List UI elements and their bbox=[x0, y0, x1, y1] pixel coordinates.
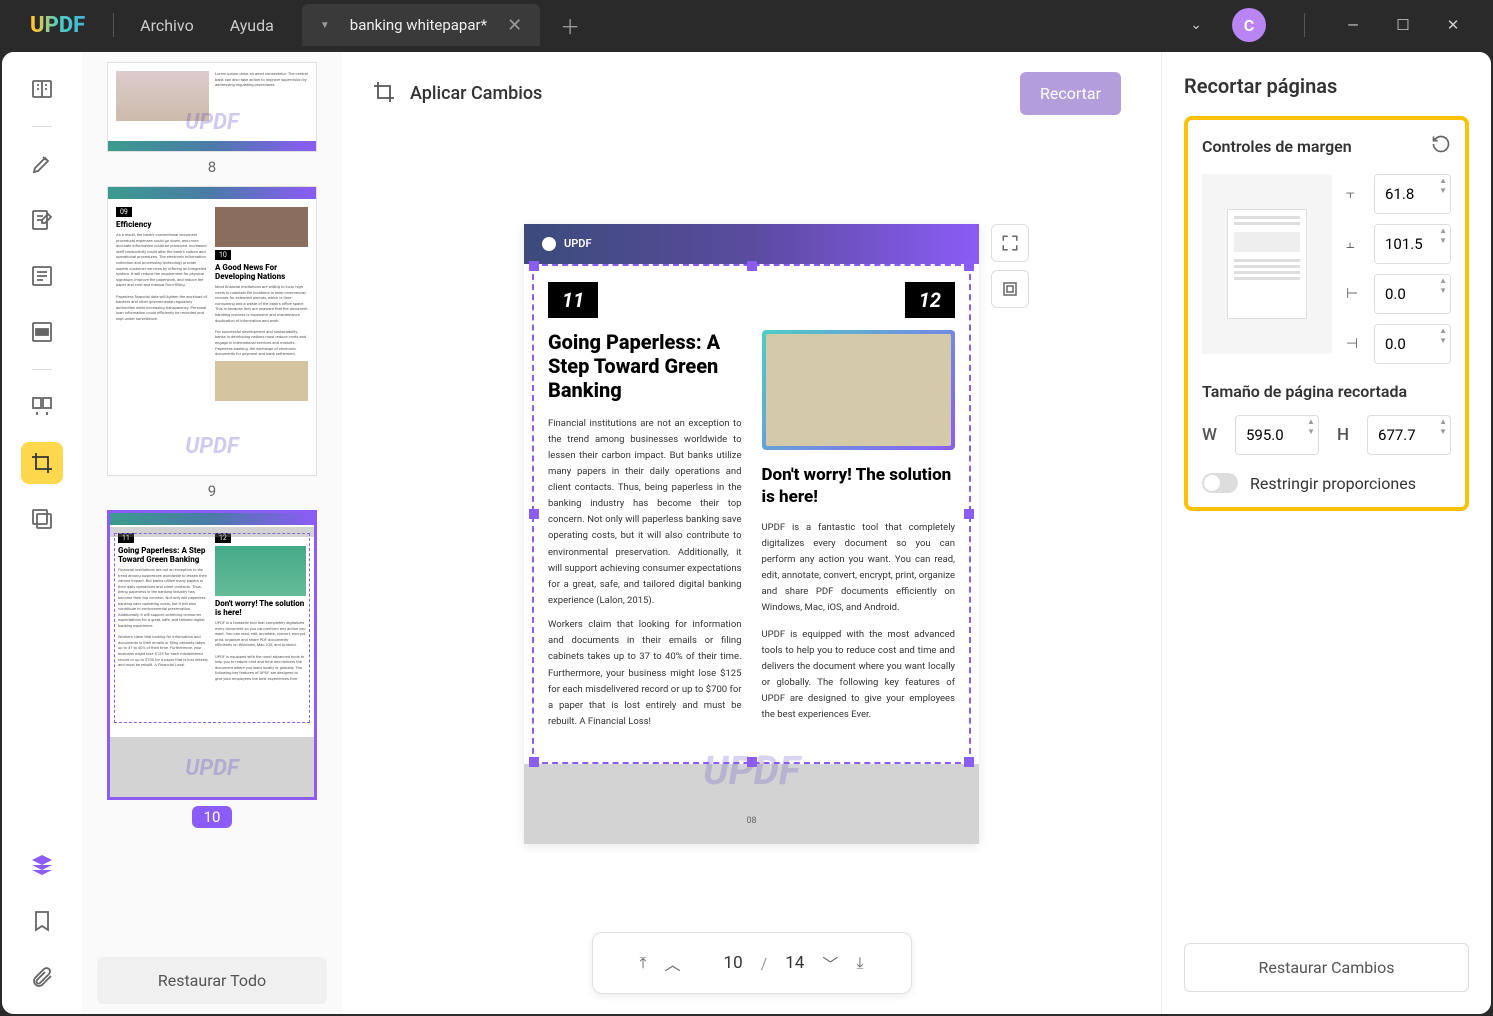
highlight-tool-icon[interactable] bbox=[21, 143, 63, 185]
stepper-up-icon[interactable]: ▲ bbox=[1439, 226, 1447, 236]
main-header-title: Aplicar Cambios bbox=[410, 83, 542, 104]
crop-button[interactable]: Recortar bbox=[1020, 72, 1121, 115]
page-thumbnail-9[interactable]: 09 Efficiency As a result, the bank's co… bbox=[107, 186, 317, 500]
stepper-down-icon[interactable]: ▼ bbox=[1439, 186, 1447, 196]
page-navigator: ⤒ ︿ / 14 ﹀ ⤓ bbox=[592, 932, 912, 994]
page-total: 14 bbox=[785, 953, 804, 973]
maximize-icon[interactable]: ☐ bbox=[1393, 16, 1413, 34]
thumb-title: A Good News For Developing Nations bbox=[215, 263, 308, 281]
app-logo: UPDF bbox=[10, 13, 105, 38]
page-number-input[interactable] bbox=[699, 953, 743, 973]
watermark: UPDF bbox=[185, 434, 238, 459]
stepper-up-icon[interactable]: ▲ bbox=[1439, 326, 1447, 336]
thumbnail-number: 8 bbox=[107, 158, 317, 176]
page-logo-icon bbox=[542, 237, 556, 251]
last-page-icon[interactable]: ⤓ bbox=[856, 953, 863, 973]
page-number-box: 10 bbox=[215, 250, 231, 260]
thumbnail-panel: Lorem ipsum dolor sit amet consectetur. … bbox=[82, 52, 342, 1014]
next-page-icon[interactable]: ﹀ bbox=[822, 951, 838, 975]
crop-settings-panel: Recortar páginas Controles de margen ⫟▲▼… bbox=[1161, 52, 1491, 1014]
crop-handle-bl[interactable] bbox=[529, 757, 539, 767]
tab-title: banking whitepapar* bbox=[350, 16, 487, 34]
crop-selection[interactable] bbox=[532, 264, 971, 764]
crop-handle-tm[interactable] bbox=[747, 261, 757, 271]
width-label: W bbox=[1202, 425, 1217, 445]
panel-title: Recortar páginas bbox=[1184, 74, 1469, 98]
page-number-box: 09 bbox=[116, 207, 132, 217]
thumbnail-number-active: 10 bbox=[192, 806, 233, 828]
user-avatar[interactable]: C bbox=[1232, 8, 1266, 42]
margin-preview-thumb bbox=[1202, 174, 1332, 354]
tab-close-icon[interactable]: ✕ bbox=[507, 15, 522, 36]
tab-dropdown-icon[interactable]: ▼ bbox=[320, 20, 330, 31]
reset-margins-icon[interactable] bbox=[1431, 134, 1451, 158]
document-tab[interactable]: ▼ banking whitepapar* ✕ bbox=[302, 4, 540, 46]
thumb-title: Efficiency bbox=[116, 220, 209, 229]
crop-header-icon bbox=[372, 80, 396, 108]
fit-page-icon[interactable] bbox=[991, 224, 1029, 262]
page-thumbnail-8[interactable]: Lorem ipsum dolor sit amet consectetur. … bbox=[107, 62, 317, 176]
prev-page-icon[interactable]: ︿ bbox=[665, 951, 681, 975]
stepper-up-icon[interactable]: ▲ bbox=[1439, 276, 1447, 286]
crop-handle-tl[interactable] bbox=[529, 261, 539, 271]
restore-changes-button[interactable]: Restaurar Cambios bbox=[1184, 943, 1469, 992]
add-tab-icon[interactable]: ＋ bbox=[560, 11, 580, 40]
page-footer-number: 08 bbox=[746, 816, 756, 826]
stepper-down-icon[interactable]: ▼ bbox=[1307, 427, 1315, 437]
edit-tool-icon[interactable] bbox=[21, 199, 63, 241]
close-icon[interactable]: ✕ bbox=[1443, 16, 1463, 34]
window-chevron-icon[interactable]: ⌄ bbox=[1190, 17, 1202, 33]
constrain-proportions-toggle[interactable] bbox=[1202, 473, 1238, 493]
titlebar: UPDF Archivo Ayuda ▼ banking whitepapar*… bbox=[0, 0, 1493, 50]
page-thumbnail-10[interactable]: 11 Going Paperless: A Step Toward Green … bbox=[107, 510, 317, 828]
crop-handle-tr[interactable] bbox=[964, 261, 974, 271]
restore-all-button[interactable]: Restaurar Todo bbox=[97, 957, 327, 1004]
stepper-down-icon[interactable]: ▼ bbox=[1439, 236, 1447, 246]
cropped-size-title: Tamaño de página recortada bbox=[1202, 382, 1451, 401]
margin-top-icon: ⫟ bbox=[1346, 186, 1366, 202]
highlighted-controls: Controles de margen ⫟▲▼ ⫠▲▼ ⊢▲▼ ⊣▲▼ Tama… bbox=[1184, 116, 1469, 511]
crop-handle-ml[interactable] bbox=[529, 509, 539, 519]
stepper-up-icon[interactable]: ▲ bbox=[1307, 417, 1315, 427]
crop-handle-mr[interactable] bbox=[964, 509, 974, 519]
left-sidebar bbox=[2, 52, 82, 1014]
constrain-label: Restringir proporciones bbox=[1250, 474, 1416, 493]
menu-archivo[interactable]: Archivo bbox=[122, 16, 212, 35]
margin-bottom-icon: ⫠ bbox=[1346, 236, 1366, 252]
thumbnail-number: 9 bbox=[107, 482, 317, 500]
stepper-down-icon[interactable]: ▼ bbox=[1439, 286, 1447, 296]
crop-tool-icon[interactable] bbox=[21, 442, 63, 484]
main-canvas: Aplicar Cambios Recortar UPDF 11 Going P… bbox=[342, 52, 1161, 1014]
crop-handle-br[interactable] bbox=[964, 757, 974, 767]
page-logo-text: UPDF bbox=[564, 237, 592, 250]
margin-left-icon: ⊢ bbox=[1346, 286, 1366, 302]
margin-right-icon: ⊣ bbox=[1346, 336, 1366, 352]
watermark: UPDF bbox=[185, 110, 238, 135]
minimize-icon[interactable]: — bbox=[1343, 16, 1363, 34]
form-tool-icon[interactable] bbox=[21, 255, 63, 297]
stepper-down-icon[interactable]: ▼ bbox=[1439, 336, 1447, 346]
stepper-down-icon[interactable]: ▼ bbox=[1439, 427, 1447, 437]
first-page-icon[interactable]: ⤒ bbox=[640, 953, 647, 973]
stepper-up-icon[interactable]: ▲ bbox=[1439, 417, 1447, 427]
redact-tool-icon[interactable] bbox=[21, 311, 63, 353]
height-label: H bbox=[1337, 425, 1349, 445]
attachment-icon[interactable] bbox=[21, 956, 63, 998]
watermark: UPDF bbox=[185, 756, 238, 781]
crop-to-content-icon[interactable] bbox=[991, 270, 1029, 308]
page-preview[interactable]: UPDF 11 Going Paperless: A Step Toward G… bbox=[524, 224, 979, 844]
organize-tool-icon[interactable] bbox=[21, 386, 63, 428]
crop-handle-bm[interactable] bbox=[747, 757, 757, 767]
reader-tool-icon[interactable] bbox=[21, 68, 63, 110]
menu-ayuda[interactable]: Ayuda bbox=[212, 16, 292, 35]
bookmark-icon[interactable] bbox=[21, 900, 63, 942]
batch-tool-icon[interactable] bbox=[21, 498, 63, 540]
layers-icon[interactable] bbox=[21, 844, 63, 886]
margin-controls-title: Controles de margen bbox=[1202, 137, 1352, 156]
stepper-up-icon[interactable]: ▲ bbox=[1439, 176, 1447, 186]
